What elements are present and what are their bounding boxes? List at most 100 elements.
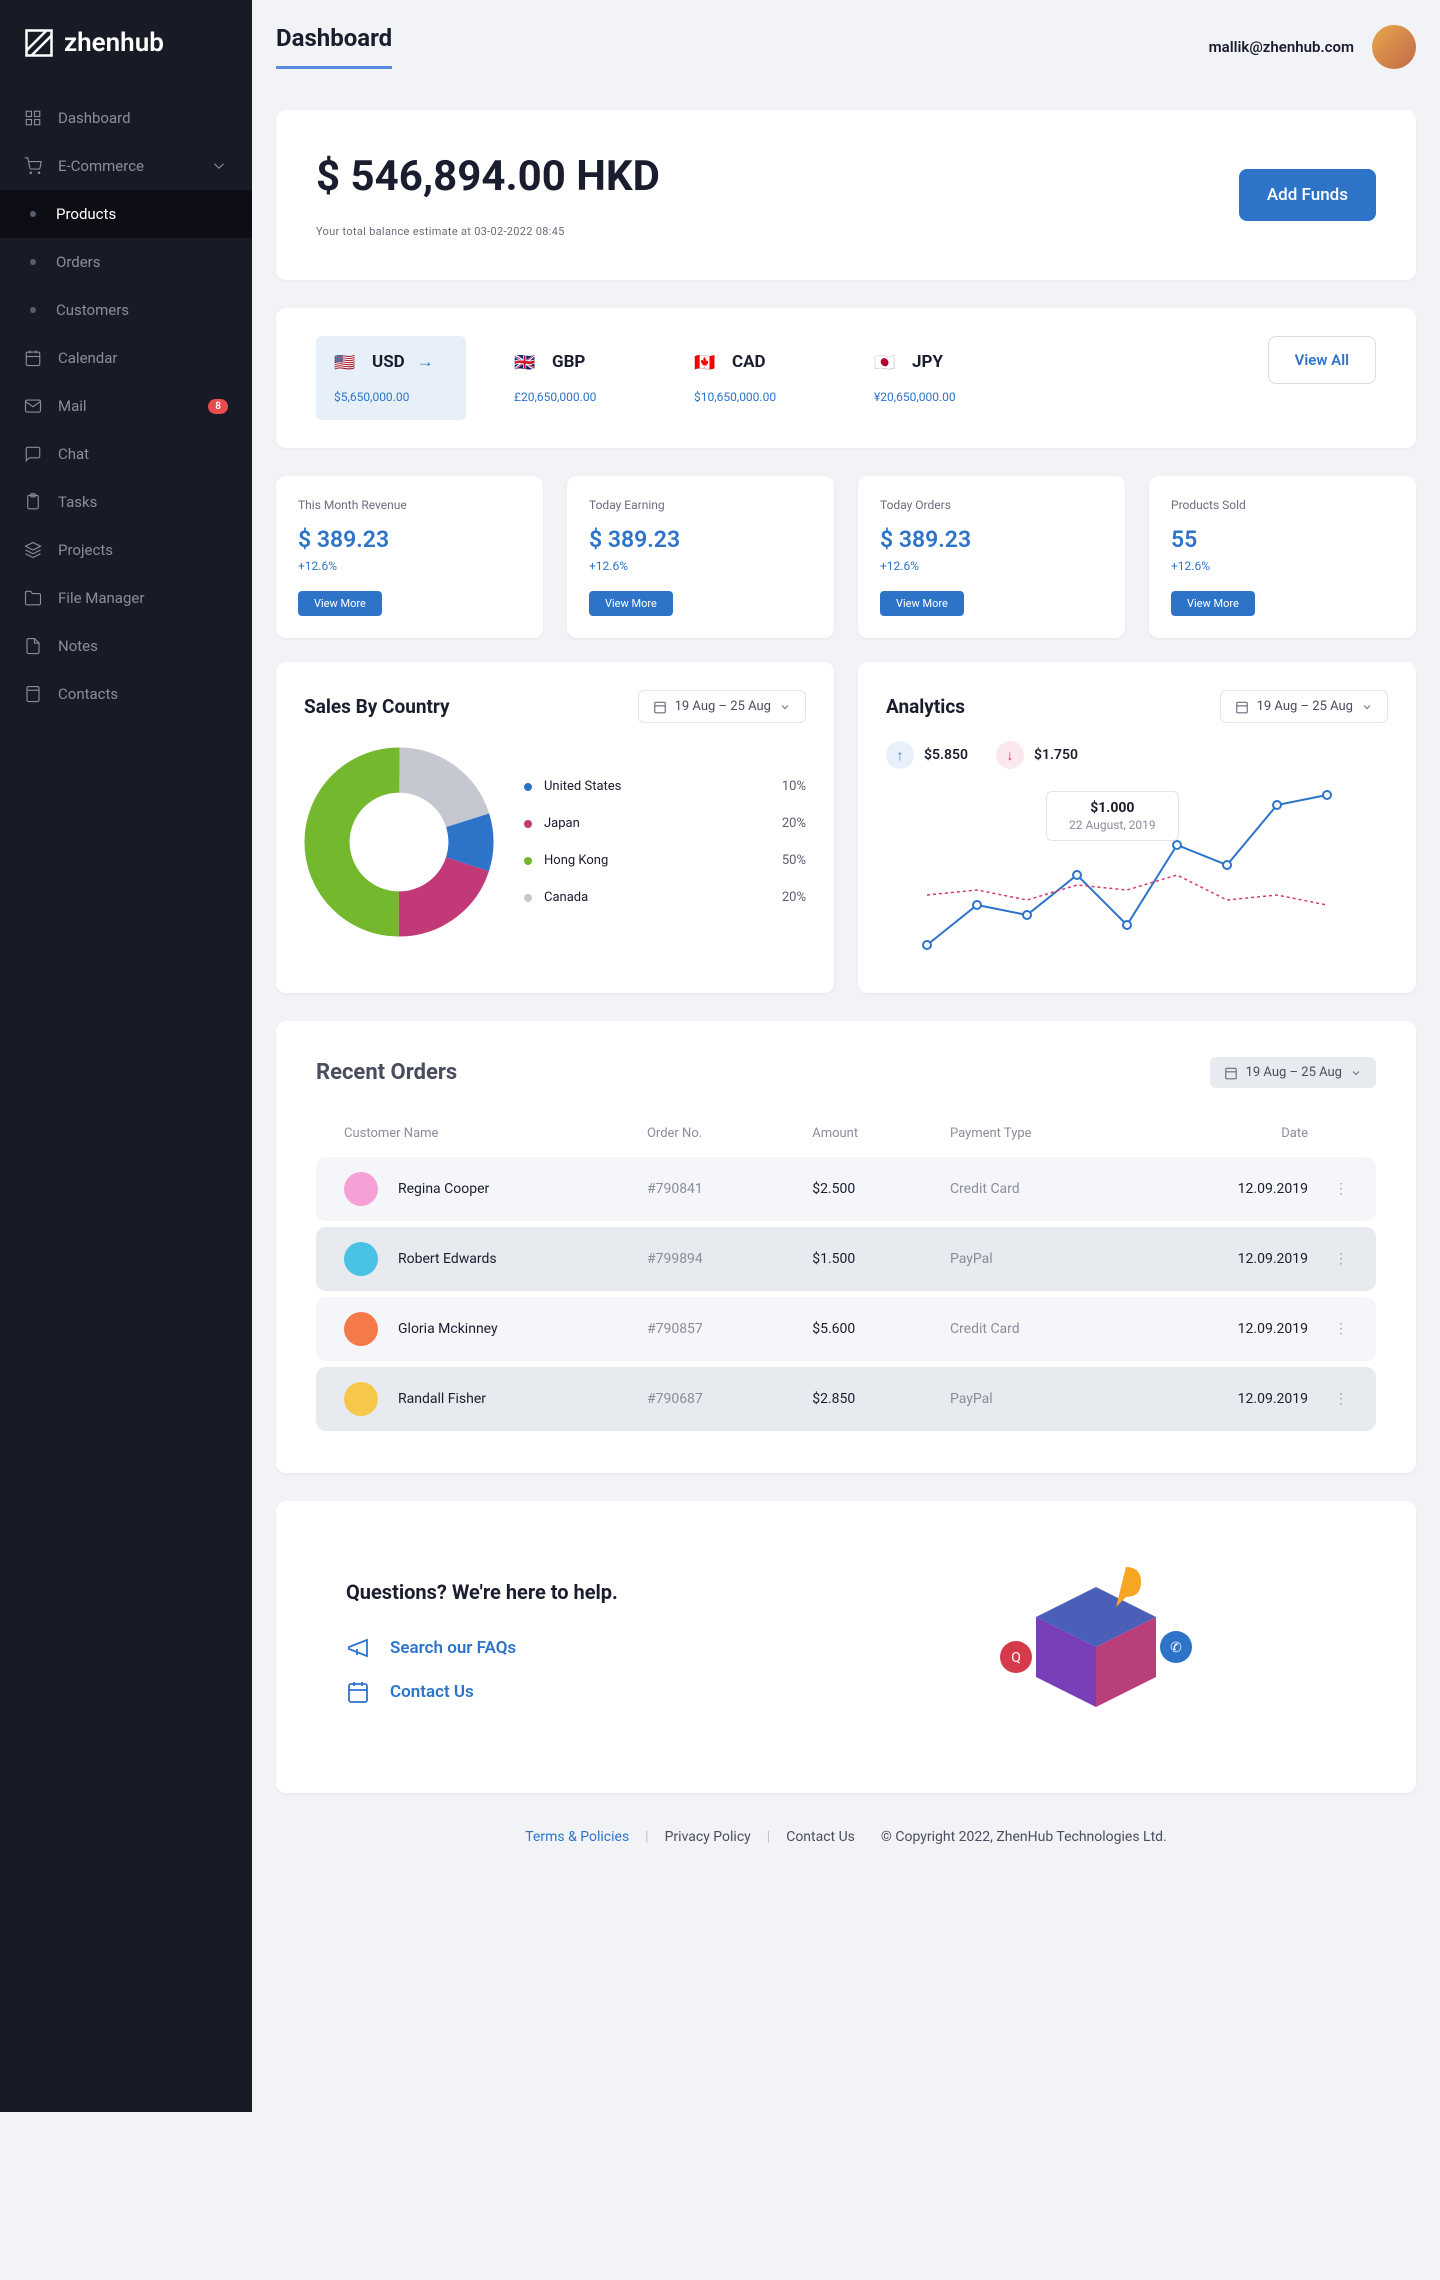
- date-range-label: 19 Aug – 25 Aug: [675, 699, 771, 714]
- legend-dot: [524, 820, 532, 828]
- metric-value: $1.750: [1034, 747, 1078, 763]
- sidebar-item-label: Calendar: [58, 349, 118, 367]
- sidebar-item-label: Mail: [58, 397, 87, 415]
- sidebar-item-ecommerce[interactable]: E-Commerce: [0, 142, 252, 190]
- avatar: [344, 1242, 378, 1276]
- balance-subtitle: Your total balance estimate at 03-02-202…: [316, 225, 660, 238]
- sidebar-item-tasks[interactable]: Tasks: [0, 478, 252, 526]
- order-date: 12.09.2019: [1143, 1321, 1308, 1337]
- view-all-button[interactable]: View All: [1268, 336, 1376, 384]
- book-icon: [24, 685, 42, 703]
- fx-item-jpy[interactable]: 🇯🇵JPY¥20,650,000.00: [856, 336, 1006, 420]
- calendar-icon: [653, 700, 667, 714]
- orders-title: Recent Orders: [316, 1060, 457, 1085]
- table-row[interactable]: Regina Cooper#790841$2.500Credit Card12.…: [316, 1157, 1376, 1221]
- terms-link[interactable]: Terms & Policies: [525, 1829, 629, 1845]
- sidebar-item-orders[interactable]: Orders: [0, 238, 252, 286]
- order-no: #799894: [647, 1251, 812, 1267]
- more-icon[interactable]: ⋮: [1308, 1391, 1348, 1407]
- view-more-button[interactable]: View More: [589, 591, 673, 616]
- customer-name: Regina Cooper: [398, 1181, 489, 1197]
- pie-chart: [304, 747, 494, 937]
- recent-orders-card: Recent Orders 19 Aug – 25 Aug Customer N…: [276, 1021, 1416, 1473]
- fx-amount: $5,650,000.00: [334, 390, 448, 404]
- table-row[interactable]: Randall Fisher#790687$2.850PayPal12.09.2…: [316, 1367, 1376, 1431]
- sidebar-item-chat[interactable]: Chat: [0, 430, 252, 478]
- view-more-button[interactable]: View More: [298, 591, 382, 616]
- more-icon[interactable]: ⋮: [1308, 1251, 1348, 1267]
- sidebar-item-customers[interactable]: Customers: [0, 286, 252, 334]
- avatar: [344, 1382, 378, 1416]
- brand-logo[interactable]: zhenhub: [0, 0, 252, 86]
- sidebar-item-products[interactable]: Products: [0, 190, 252, 238]
- metric-down: ↓ $1.750: [996, 741, 1078, 769]
- chart-title: Analytics: [886, 695, 965, 718]
- order-date: 12.09.2019: [1143, 1251, 1308, 1267]
- sidebar-item-label: Contacts: [58, 685, 118, 703]
- sidebar-item-label: Customers: [56, 301, 129, 319]
- arrow-up-icon: ↑: [886, 741, 914, 769]
- sidebar-item-label: Dashboard: [58, 109, 131, 127]
- stat-card: This Month Revenue$ 389.23+12.6%View Mor…: [276, 476, 543, 638]
- chevron-down-icon: [1361, 701, 1373, 713]
- stat-title: This Month Revenue: [298, 498, 521, 512]
- stat-title: Products Sold: [1171, 498, 1394, 512]
- more-icon[interactable]: ⋮: [1308, 1181, 1348, 1197]
- stat-delta: +12.6%: [589, 559, 812, 573]
- avatar: [344, 1172, 378, 1206]
- sidebar-item-dashboard[interactable]: Dashboard: [0, 94, 252, 142]
- fx-card: 🇺🇸USD→$5,650,000.00 🇬🇧GBP£20,650,000.00 🇨🇦…: [276, 308, 1416, 448]
- order-date: 12.09.2019: [1143, 1391, 1308, 1407]
- sidebar-item-label: Tasks: [58, 493, 97, 511]
- sidebar-item-file-manager[interactable]: File Manager: [0, 574, 252, 622]
- stat-card: Today Earning$ 389.23+12.6%View More: [567, 476, 834, 638]
- sidebar-item-notes[interactable]: Notes: [0, 622, 252, 670]
- more-icon[interactable]: ⋮: [1308, 1321, 1348, 1337]
- col-payment: Payment Type: [950, 1126, 1143, 1141]
- view-more-button[interactable]: View More: [880, 591, 964, 616]
- avatar[interactable]: [1372, 25, 1416, 69]
- date-range-picker[interactable]: 19 Aug – 25 Aug: [1210, 1057, 1376, 1088]
- stat-value: 55: [1171, 526, 1394, 553]
- customer-name: Robert Edwards: [398, 1251, 497, 1267]
- col-customer: Customer Name: [344, 1126, 647, 1141]
- balance-amount: $ 546,894.00 HKD: [316, 152, 660, 201]
- sidebar-item-contacts[interactable]: Contacts: [0, 670, 252, 718]
- fx-item-gbp[interactable]: 🇬🇧GBP£20,650,000.00: [496, 336, 646, 420]
- metric-up: ↑$5.850: [886, 741, 968, 769]
- date-range-picker[interactable]: 19 Aug – 25 Aug: [1220, 690, 1388, 723]
- analytics-card: Analytics 19 Aug – 25 Aug ↑$5.850 ↓ $1.75…: [858, 662, 1416, 993]
- legend-dot: [524, 783, 532, 791]
- layers-icon: [24, 541, 42, 559]
- fx-item-cad[interactable]: 🇨🇦CAD$10,650,000.00: [676, 336, 826, 420]
- legend-row: Canada20%: [524, 890, 806, 905]
- col-order: Order No.: [647, 1126, 812, 1141]
- sidebar-item-calendar[interactable]: Calendar: [0, 334, 252, 382]
- sidebar-item-projects[interactable]: Projects: [0, 526, 252, 574]
- add-funds-button[interactable]: Add Funds: [1239, 169, 1376, 221]
- help-title: Questions? We're here to help.: [346, 1580, 846, 1604]
- fx-amount: ¥20,650,000.00: [874, 390, 988, 404]
- contact-link[interactable]: Contact Us: [346, 1670, 846, 1714]
- payment-type: Credit Card: [950, 1321, 1143, 1337]
- table-row[interactable]: Gloria Mckinney#790857$5.600Credit Card1…: [316, 1297, 1376, 1361]
- privacy-link[interactable]: Privacy Policy: [665, 1829, 751, 1845]
- order-no: #790841: [647, 1181, 812, 1197]
- tooltip-amount: $1.000: [1069, 800, 1156, 816]
- arrow-down-icon: ↓: [996, 741, 1024, 769]
- sidebar-item-mail[interactable]: Mail8: [0, 382, 252, 430]
- faq-link[interactable]: Search our FAQs: [346, 1626, 846, 1670]
- fx-item-usd[interactable]: 🇺🇸USD→$5,650,000.00: [316, 336, 466, 420]
- user-email[interactable]: mallik@zhenhub.com: [1209, 38, 1354, 56]
- date-range-picker[interactable]: 19 Aug – 25 Aug: [638, 690, 806, 723]
- table-header: Customer Name Order No. Amount Payment T…: [316, 1116, 1376, 1151]
- sidebar-item-label: Products: [56, 205, 116, 223]
- table-row[interactable]: Robert Edwards#799894$1.500PayPal12.09.2…: [316, 1227, 1376, 1291]
- order-no: #790687: [647, 1391, 812, 1407]
- contact-link[interactable]: Contact Us: [786, 1829, 855, 1845]
- grid-icon: [24, 109, 42, 127]
- order-no: #790857: [647, 1321, 812, 1337]
- stat-card: Today Orders$ 389.23+12.6%View More: [858, 476, 1125, 638]
- main-content: Dashboard mallik@zhenhub.com $ 546,894.0…: [252, 0, 1440, 2112]
- view-more-button[interactable]: View More: [1171, 591, 1255, 616]
